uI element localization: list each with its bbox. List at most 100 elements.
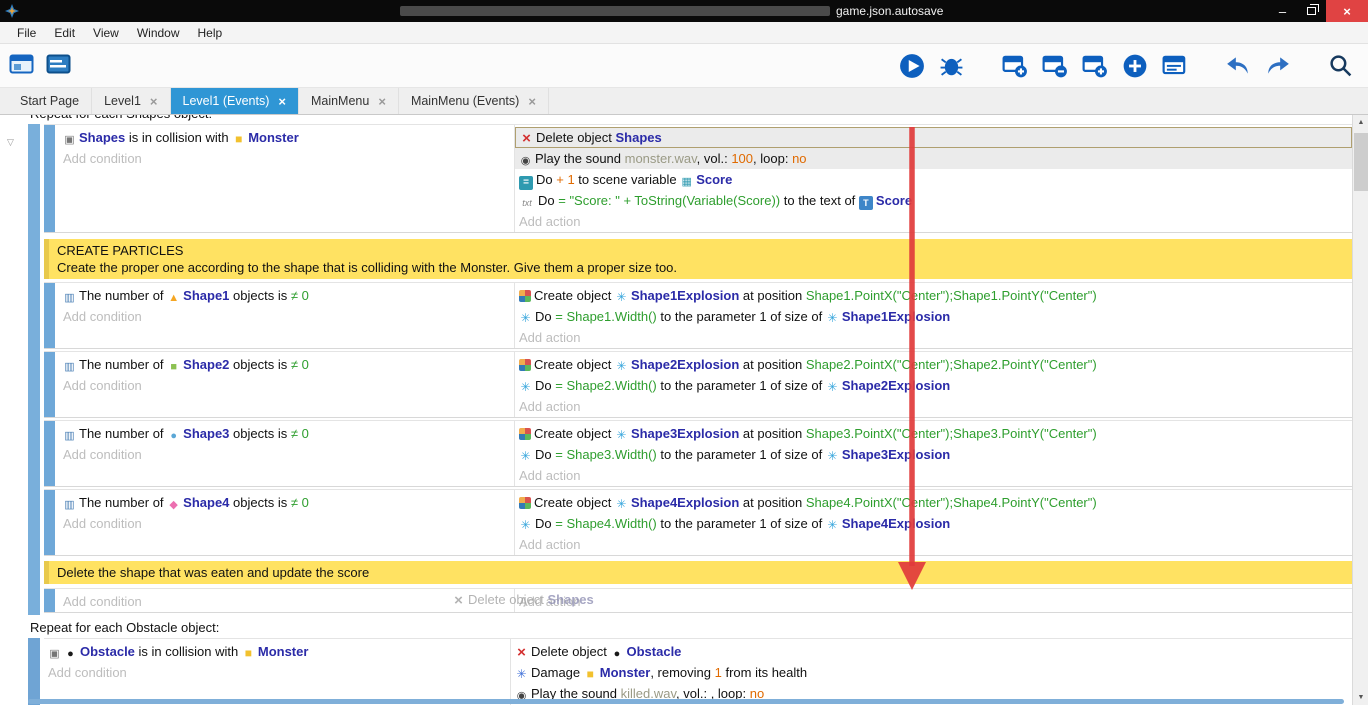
tab-close-icon[interactable]: ×	[528, 94, 536, 109]
add-action-button[interactable]: Add action	[515, 327, 1352, 348]
fold-arrow-icon[interactable]: ▽	[7, 137, 14, 148]
tab-level1[interactable]: Level1 ×	[92, 88, 170, 114]
add-condition-button[interactable]: Add condition	[59, 306, 514, 327]
add-condition-button[interactable]: Add condition	[59, 591, 514, 612]
close-button[interactable]: ×	[1326, 0, 1368, 22]
text-segment: The number of	[79, 426, 167, 441]
panel-list-icon[interactable]	[1161, 52, 1188, 79]
vertical-scrollbar[interactable]: ▲ ▼	[1352, 115, 1368, 705]
event-obstacle-collision[interactable]: ▣●Obstacle is in collision with ■Monster…	[44, 638, 1352, 705]
add-action-button[interactable]: Add action	[515, 465, 1352, 486]
panel-remove-icon[interactable]	[1041, 52, 1068, 79]
action-delete-obstacle[interactable]: ×Delete object ●Obstacle	[511, 641, 1352, 662]
text-segment: Shapes	[616, 130, 662, 145]
event-shape4-particles[interactable]: ▥The number of ◆Shape4 objects is ≠ 0 Ad…	[44, 489, 1352, 556]
horizontal-scrollbar[interactable]	[28, 699, 1344, 704]
events-window-icon[interactable]	[45, 51, 72, 78]
add-action-button[interactable]: Add action	[515, 534, 1352, 555]
condition-row[interactable]: ▥The number of ■Shape2 objects is ≠ 0	[59, 354, 514, 375]
debug-button[interactable]	[938, 52, 965, 79]
event-level-bar[interactable]	[28, 638, 40, 705]
panel-insert-icon[interactable]	[1081, 52, 1108, 79]
event-level-bar[interactable]	[28, 124, 40, 615]
event-shapes-collision[interactable]: ▣Shapes is in collision with ■Monster Ad…	[44, 124, 1352, 233]
maximize-button[interactable]	[1297, 0, 1326, 22]
add-condition-button[interactable]: Add condition	[59, 513, 514, 534]
circle-plus-icon[interactable]	[1121, 52, 1148, 79]
scroll-down-icon[interactable]: ▼	[1353, 690, 1368, 705]
play-button[interactable]	[898, 52, 925, 79]
tab-close-icon[interactable]: ×	[278, 94, 286, 109]
action-set-score-text[interactable]: txtDo = "Score: " + ToString(Variable(Sc…	[515, 190, 1352, 211]
redo-icon[interactable]	[1264, 52, 1291, 79]
event-shape3-particles[interactable]: ▥The number of ●Shape3 objects is ≠ 0 Ad…	[44, 420, 1352, 487]
event-level-bar[interactable]	[44, 283, 55, 348]
action-create-explosion[interactable]: Create object ✳Shape2Explosion at positi…	[515, 354, 1352, 375]
menu-window[interactable]: Window	[128, 24, 189, 42]
event-level-bar[interactable]	[44, 490, 55, 555]
text-segment: Obstacle	[627, 644, 682, 659]
event-level-bar[interactable]	[44, 352, 55, 417]
condition-row[interactable]: ▥The number of ▲Shape1 objects is ≠ 0	[59, 285, 514, 306]
action-damage-monster[interactable]: ✳Damage ■Monster, removing 1 from its he…	[511, 662, 1352, 683]
scroll-up-icon[interactable]: ▲	[1353, 115, 1368, 130]
action-create-explosion[interactable]: Create object ✳Shape1Explosion at positi…	[515, 285, 1352, 306]
action-set-size[interactable]: ✳Do = Shape4.Width() to the parameter 1 …	[515, 513, 1352, 534]
panel-add-icon[interactable]	[1001, 52, 1028, 79]
condition-row[interactable]: ▣Shapes is in collision with ■Monster	[59, 127, 514, 148]
tab-close-icon[interactable]: ×	[378, 94, 386, 109]
tab-start-page[interactable]: Start Page	[8, 88, 92, 114]
create-icon	[519, 290, 531, 302]
text-segment: is in collision with	[135, 644, 242, 659]
scene-window-icon[interactable]	[8, 51, 35, 78]
event-delete-shapes-dragging[interactable]: Add condition Add action ×Delete object …	[44, 588, 1352, 613]
repeat-shapes-header[interactable]: Repeat for each Shapes object:	[28, 115, 1352, 124]
comment-delete-shape[interactable]: Delete the shape that was eaten and upda…	[44, 561, 1352, 584]
action-set-size[interactable]: ✳Do = Shape3.Width() to the parameter 1 …	[515, 444, 1352, 465]
event-level-bar[interactable]	[44, 421, 55, 486]
undo-icon[interactable]	[1224, 52, 1251, 79]
add-action-button[interactable]: Add action	[515, 591, 1352, 612]
conditions-cell: ▥The number of ◆Shape4 objects is ≠ 0 Ad…	[59, 490, 515, 555]
tab-mainmenu-events[interactable]: MainMenu (Events) ×	[399, 88, 549, 114]
drag-ghost-delete-shapes[interactable]: ×Delete object Shapes	[452, 589, 594, 610]
add-condition-button[interactable]: Add condition	[59, 375, 514, 396]
shape2-icon: ■	[167, 357, 180, 375]
text-segment: Create object	[534, 495, 615, 510]
text-segment: Do	[536, 172, 556, 187]
menu-file[interactable]: File	[8, 24, 45, 42]
repeat-obstacle-header[interactable]: Repeat for each Obstacle object:	[28, 617, 1352, 638]
event-level-bar[interactable]	[44, 589, 55, 612]
tab-mainmenu[interactable]: MainMenu ×	[299, 88, 399, 114]
text-segment: Monster	[248, 130, 299, 145]
tab-close-icon[interactable]: ×	[150, 94, 158, 109]
add-action-button[interactable]: Add action	[515, 211, 1352, 232]
event-level-bar[interactable]	[44, 125, 55, 232]
menu-view[interactable]: View	[84, 24, 128, 42]
tab-level1-events[interactable]: Level1 (Events) ×	[171, 88, 299, 114]
action-create-explosion[interactable]: Create object ✳Shape4Explosion at positi…	[515, 492, 1352, 513]
text-segment: Shape4Explosion	[631, 495, 739, 510]
search-icon[interactable]	[1327, 52, 1354, 79]
add-condition-button[interactable]: Add condition	[59, 148, 514, 169]
condition-row[interactable]: ▥The number of ●Shape3 objects is ≠ 0	[59, 423, 514, 444]
scrollbar-thumb[interactable]	[1354, 133, 1368, 191]
action-set-size[interactable]: ✳Do = Shape2.Width() to the parameter 1 …	[515, 375, 1352, 396]
event-shape1-particles[interactable]: ▥The number of ▲Shape1 objects is ≠ 0 Ad…	[44, 282, 1352, 349]
add-action-button[interactable]: Add action	[515, 396, 1352, 417]
condition-row[interactable]: ▣●Obstacle is in collision with ■Monster	[44, 641, 510, 662]
action-create-explosion[interactable]: Create object ✳Shape3Explosion at positi…	[515, 423, 1352, 444]
add-condition-button[interactable]: Add condition	[59, 444, 514, 465]
event-shape2-particles[interactable]: ▥The number of ■Shape2 objects is ≠ 0 Ad…	[44, 351, 1352, 418]
condition-row[interactable]: ▥The number of ◆Shape4 objects is ≠ 0	[59, 492, 514, 513]
action-set-size[interactable]: ✳Do = Shape1.Width() to the parameter 1 …	[515, 306, 1352, 327]
comment-create-particles[interactable]: CREATE PARTICLES Create the proper one a…	[44, 239, 1352, 279]
minimize-button[interactable]: –	[1268, 0, 1297, 22]
action-add-score-variable[interactable]: =Do + 1 to scene variable ▦Score	[515, 169, 1352, 190]
menu-help[interactable]: Help	[189, 24, 232, 42]
add-condition-button[interactable]: Add condition	[44, 662, 510, 683]
action-play-sound[interactable]: ◉Play the sound monster.wav, vol.: 100, …	[515, 148, 1352, 169]
text-segment: to the parameter 1 of size of	[657, 309, 826, 324]
menu-edit[interactable]: Edit	[45, 24, 84, 42]
action-delete-shapes[interactable]: ×Delete object Shapes	[515, 127, 1352, 148]
